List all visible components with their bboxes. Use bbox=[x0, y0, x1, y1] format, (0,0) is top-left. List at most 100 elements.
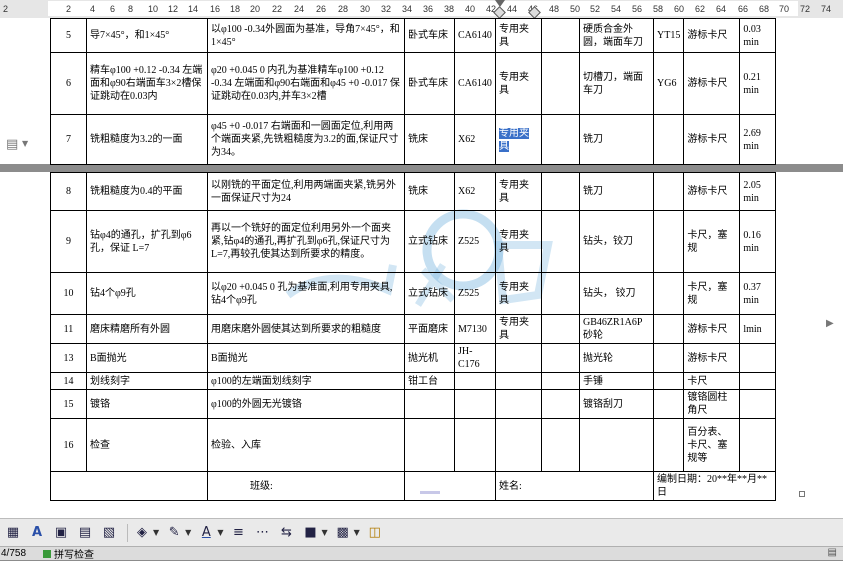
cell-empty[interactable] bbox=[541, 389, 580, 419]
footer-class[interactable]: 班级: bbox=[207, 471, 405, 501]
cell-fixture[interactable]: 专用夹具 bbox=[495, 18, 542, 53]
chevron-down-icon[interactable]: ▼ bbox=[217, 528, 223, 537]
cell-machine[interactable]: 铣床 bbox=[404, 172, 455, 211]
cell-tool[interactable]: 钻头，铰刀 bbox=[579, 210, 654, 273]
cell-empty[interactable] bbox=[541, 314, 580, 344]
cell-no[interactable]: 5 bbox=[50, 18, 87, 53]
cell-empty[interactable] bbox=[541, 114, 580, 165]
line-color-icon[interactable]: ✎ bbox=[164, 523, 184, 543]
cell-material[interactable]: YT15 bbox=[652, 18, 685, 53]
cell-content[interactable]: 再以一个铣好的面定位利用另外一个面夹紧,钻φ4的通孔,再扩孔到φ6孔,保证尺寸为… bbox=[207, 210, 405, 273]
cell-material[interactable] bbox=[652, 272, 685, 315]
cell-fixture[interactable]: 专用夹具 bbox=[495, 272, 542, 315]
cell-fixture-selected[interactable]: 专用夹具 bbox=[495, 114, 542, 165]
cell-material[interactable] bbox=[652, 418, 685, 472]
cell-content[interactable]: φ100的外圆无光镀铬 bbox=[207, 389, 405, 419]
cell-content[interactable]: 以φ20 +0.045 0 孔为基准面,利用专用夹具,钻4个φ9孔 bbox=[207, 272, 405, 315]
cell-empty[interactable] bbox=[541, 172, 580, 211]
table-resize-handle[interactable] bbox=[799, 491, 805, 497]
cell-time[interactable] bbox=[739, 389, 777, 419]
cell-model[interactable]: Z525 bbox=[454, 210, 496, 273]
cell-time[interactable]: lmin bbox=[739, 314, 777, 344]
cell-name[interactable]: 精车φ100 +0.12 -0.34 左端面和φ90右端面车3×2槽保证跳动在0… bbox=[86, 52, 208, 115]
cell-machine[interactable]: 平面磨床 bbox=[404, 314, 455, 344]
cell-machine[interactable]: 立式钻床 bbox=[404, 210, 455, 273]
cell-time[interactable] bbox=[739, 418, 777, 472]
cell-gauge[interactable]: 卡尺，塞规 bbox=[683, 210, 741, 273]
cell-time[interactable]: 2.69 min bbox=[739, 114, 777, 165]
cell-tool[interactable]: 钻头， 铰刀 bbox=[579, 272, 654, 315]
shadow-style-icon[interactable]: ■ bbox=[300, 523, 320, 543]
page-count[interactable]: 4/758 bbox=[0, 548, 37, 559]
cell-time[interactable]: 0.37 min bbox=[739, 272, 777, 315]
cell-fixture[interactable]: 专用夹具 bbox=[495, 172, 542, 211]
cell-machine[interactable]: 抛光机 bbox=[404, 343, 455, 373]
cell-material[interactable] bbox=[652, 114, 685, 165]
cell-name[interactable]: 钻4个φ9孔 bbox=[86, 272, 208, 315]
cell-no[interactable]: 6 bbox=[50, 52, 87, 115]
font-color-icon[interactable]: A bbox=[196, 523, 216, 543]
cell-no[interactable]: 9 bbox=[50, 210, 87, 273]
cell-fixture[interactable]: 专用夹具 bbox=[495, 314, 542, 344]
cell-time[interactable]: 0.03 min bbox=[739, 18, 777, 53]
cell-fixture[interactable] bbox=[495, 389, 542, 419]
chevron-down-icon[interactable]: ▼ bbox=[22, 139, 28, 148]
cell-tool[interactable]: 切槽刀，端面车刀 bbox=[579, 52, 654, 115]
cell-name[interactable]: 划线刻字 bbox=[86, 372, 208, 390]
cell-machine[interactable]: 卧式车床 bbox=[404, 52, 455, 115]
chevron-down-icon[interactable]: ▼ bbox=[153, 528, 159, 537]
cell-name[interactable]: B面抛光 bbox=[86, 343, 208, 373]
cell-time[interactable]: 2.05 min bbox=[739, 172, 777, 211]
cell-gauge[interactable]: 游标卡尺 bbox=[683, 314, 741, 344]
fill-color-icon[interactable]: ◈ bbox=[132, 523, 152, 543]
insert-picture-icon[interactable]: ▧ bbox=[99, 523, 119, 543]
cell-machine[interactable]: 卧式车床 bbox=[404, 18, 455, 53]
cell-no[interactable]: 16 bbox=[50, 418, 87, 472]
cell-content[interactable]: φ20 +0.045 0 内孔为基准精车φ100 +0.12 -0.34 左端面… bbox=[207, 52, 405, 115]
cell-name[interactable]: 检查 bbox=[86, 418, 208, 472]
cell-gauge[interactable]: 百分表、卡尺、塞规等 bbox=[683, 418, 741, 472]
cell-content[interactable]: φ100的左端面划线刻字 bbox=[207, 372, 405, 390]
cell-tool[interactable] bbox=[579, 418, 654, 472]
cell-machine[interactable]: 铣床 bbox=[404, 114, 455, 165]
cell-empty[interactable] bbox=[541, 418, 580, 472]
cell-empty[interactable] bbox=[541, 210, 580, 273]
cell-fixture[interactable] bbox=[495, 343, 542, 373]
cell-name[interactable]: 钻φ4的通孔，扩孔到φ6孔，保证 L=7 bbox=[86, 210, 208, 273]
cell-model[interactable] bbox=[454, 389, 496, 419]
cell-material[interactable] bbox=[652, 343, 685, 373]
cell-empty[interactable] bbox=[541, 272, 580, 315]
cell-material[interactable]: YG6 bbox=[652, 52, 685, 115]
cell-tool[interactable]: GB46ZR1A6P砂轮 bbox=[579, 314, 654, 344]
cell-empty[interactable] bbox=[541, 18, 580, 53]
cell-machine[interactable] bbox=[404, 389, 455, 419]
cell-time[interactable]: 0.21 min bbox=[739, 52, 777, 115]
dash-style-icon[interactable]: ⋯ bbox=[252, 523, 272, 543]
cell-model[interactable]: X62 bbox=[454, 172, 496, 211]
selected-text[interactable]: 专用夹具 bbox=[499, 127, 529, 152]
cell-tool[interactable]: 抛光轮 bbox=[579, 343, 654, 373]
layout-icon[interactable]: ▤ bbox=[828, 547, 837, 558]
cell-content[interactable]: 以刚铣的平面定位,利用两端面夹紧,铣另外一面保证尺寸为24 bbox=[207, 172, 405, 211]
cell-tool[interactable]: 铣刀 bbox=[579, 114, 654, 165]
cell-no[interactable]: 8 bbox=[50, 172, 87, 211]
cell-no[interactable]: 7 bbox=[50, 114, 87, 165]
cell-gauge[interactable]: 游标卡尺 bbox=[683, 172, 741, 211]
chevron-down-icon[interactable]: ▼ bbox=[354, 528, 360, 537]
cell-time[interactable]: 0.16 min bbox=[739, 210, 777, 273]
cell-model[interactable]: Z525 bbox=[454, 272, 496, 315]
cell-tool[interactable]: 镀铬刮刀 bbox=[579, 389, 654, 419]
cell-name[interactable]: 铣粗糙度为0.4的平面 bbox=[86, 172, 208, 211]
footer-blank[interactable] bbox=[404, 471, 496, 501]
cell-material[interactable] bbox=[652, 372, 685, 390]
cell-machine[interactable]: 钳工台 bbox=[404, 372, 455, 390]
footer-blank[interactable] bbox=[50, 471, 208, 501]
cell-no[interactable]: 15 bbox=[50, 389, 87, 419]
cell-model[interactable]: X62 bbox=[454, 114, 496, 165]
cell-fixture[interactable]: 专用夹具 bbox=[495, 52, 542, 115]
cell-time[interactable] bbox=[739, 343, 777, 373]
cell-model[interactable] bbox=[454, 418, 496, 472]
cell-fixture[interactable] bbox=[495, 418, 542, 472]
insert-clipart-icon[interactable]: ▤ bbox=[75, 523, 95, 543]
cell-gauge[interactable]: 游标卡尺 bbox=[683, 52, 741, 115]
